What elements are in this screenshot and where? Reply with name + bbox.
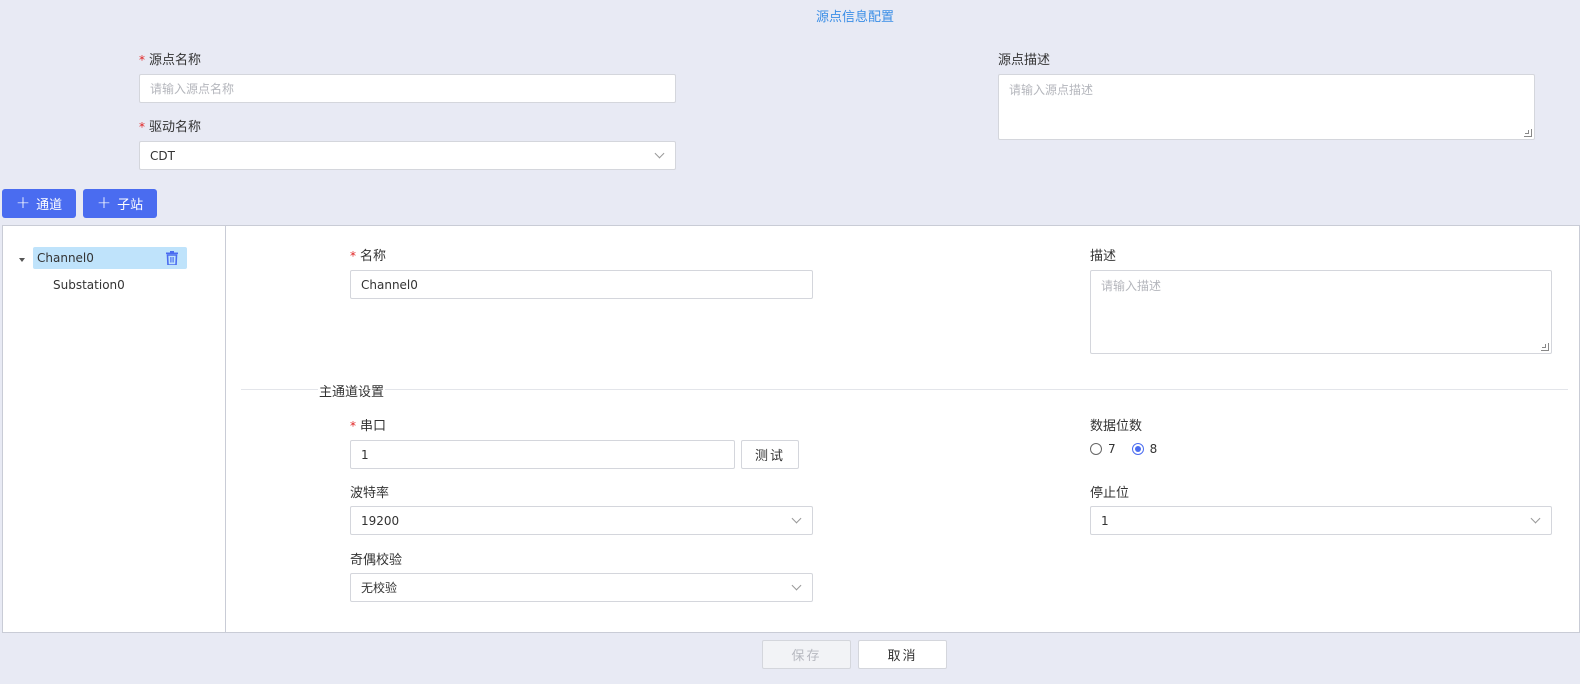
chevron-down-icon bbox=[1530, 513, 1541, 524]
resize-grip-icon[interactable] bbox=[1524, 129, 1532, 137]
add-channel-button[interactable]: + 通道 bbox=[2, 189, 76, 218]
source-name-label: * 源点名称 bbox=[139, 53, 202, 68]
radio-7[interactable] bbox=[1090, 443, 1102, 455]
required-mark: * bbox=[350, 419, 356, 433]
baud-rate-select[interactable]: 19200 bbox=[350, 506, 813, 535]
trash-icon[interactable] bbox=[166, 251, 178, 265]
required-mark: * bbox=[350, 249, 356, 263]
chevron-down-icon bbox=[791, 580, 802, 591]
save-button[interactable]: 保存 bbox=[762, 640, 851, 669]
source-description-textarea[interactable]: 请输入源点描述 bbox=[998, 74, 1535, 140]
stop-bits-label: 停止位 bbox=[1090, 486, 1130, 501]
tree-panel: Channel0 Substation0 bbox=[2, 225, 226, 633]
channel-description-textarea[interactable]: 请输入描述 bbox=[1090, 270, 1552, 354]
caret-down-icon[interactable] bbox=[19, 258, 25, 262]
parity-label: 奇偶校验 bbox=[350, 553, 403, 568]
channel-name-input[interactable]: Channel0 bbox=[350, 270, 813, 299]
plus-icon: + bbox=[96, 193, 112, 213]
tree-node-channel[interactable]: Channel0 bbox=[33, 247, 187, 269]
cancel-button[interactable]: 取消 bbox=[858, 640, 947, 669]
source-name-input[interactable]: 请输入源点名称 bbox=[139, 74, 676, 103]
source-description-label: 源点描述 bbox=[998, 53, 1051, 68]
serial-port-label: * 串口 bbox=[350, 419, 387, 434]
driver-name-select[interactable]: CDT bbox=[139, 141, 676, 170]
stop-bits-select[interactable]: 1 bbox=[1090, 506, 1552, 535]
data-bits-radio-group: 7 8 bbox=[1090, 442, 1157, 456]
required-mark: * bbox=[139, 53, 145, 67]
driver-name-label: * 驱动名称 bbox=[139, 120, 202, 135]
resize-grip-icon[interactable] bbox=[1541, 343, 1549, 351]
chevron-down-icon bbox=[654, 148, 665, 159]
channel-description-label: 描述 bbox=[1090, 249, 1117, 264]
channel-name-label: * 名称 bbox=[350, 249, 387, 264]
chevron-down-icon bbox=[791, 513, 802, 524]
add-substation-button[interactable]: + 子站 bbox=[83, 189, 157, 218]
page-title: 源点信息配置 bbox=[815, 10, 894, 25]
required-mark: * bbox=[139, 120, 145, 134]
parity-select[interactable]: 无校验 bbox=[350, 573, 813, 602]
serial-port-input[interactable]: 1 bbox=[350, 440, 735, 469]
radio-8[interactable] bbox=[1131, 443, 1144, 455]
test-button[interactable]: 测试 bbox=[741, 440, 799, 469]
section-title: 主通道设置 bbox=[318, 381, 386, 400]
section-divider bbox=[241, 389, 1568, 390]
data-bits-label: 数据位数 bbox=[1090, 419, 1143, 434]
plus-icon: + bbox=[15, 193, 31, 213]
baud-rate-label: 波特率 bbox=[350, 486, 390, 501]
tree-node-substation[interactable]: Substation0 bbox=[53, 278, 125, 292]
